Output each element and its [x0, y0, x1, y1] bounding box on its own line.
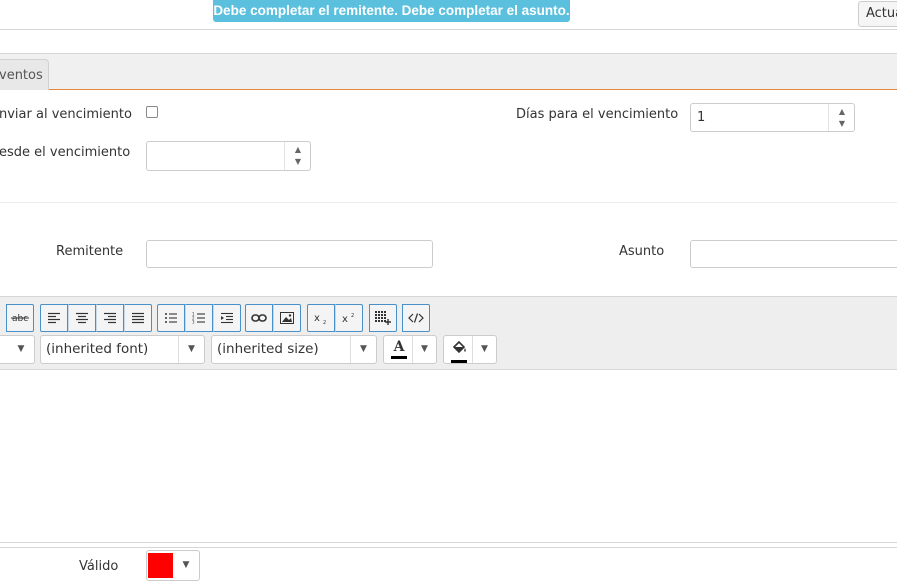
font-color-letter: A [393, 339, 405, 355]
refresh-button[interactable]: Actua [858, 1, 897, 27]
stepper-down-icon[interactable]: ▼ [285, 156, 311, 170]
tab-strip [0, 53, 897, 90]
subject-label: Asunto [619, 244, 665, 259]
font-size-value: (inherited size) [217, 341, 319, 357]
image-icon[interactable] [273, 304, 301, 332]
font-color-swatch [391, 356, 407, 359]
chevron-down-icon: ▼ [472, 336, 496, 363]
stepper-up-icon[interactable]: ▲ [285, 142, 311, 156]
sender-input[interactable] [146, 240, 433, 268]
svg-text:x: x [342, 314, 348, 324]
days-to-expiry-stepper[interactable]: 1 ▲ ▼ [690, 103, 855, 132]
font-color-icon: A [388, 340, 410, 360]
font-size-select[interactable]: (inherited size) ▼ [211, 335, 377, 364]
svg-text:x: x [314, 313, 320, 324]
link-icon[interactable] [245, 304, 273, 332]
validation-error-banner: Debe completar el remitente. Debe comple… [213, 0, 570, 22]
editor-body[interactable] [0, 371, 897, 542]
valid-color-picker[interactable]: ▼ [146, 550, 200, 581]
format-select[interactable]: ▼ [0, 335, 35, 364]
stepper-up-icon[interactable]: ▲ [829, 104, 855, 118]
subscript-icon[interactable]: x2 [307, 304, 335, 332]
chevron-down-icon: ▼ [350, 336, 376, 363]
valid-label: Válido [79, 559, 119, 574]
send-on-expiry-checkbox[interactable] [146, 106, 158, 118]
subject-input[interactable] [690, 240, 897, 268]
svg-text:2: 2 [351, 313, 354, 319]
background-color-picker[interactable]: ▼ [443, 335, 497, 364]
sender-label: Remitente [56, 244, 124, 259]
view-html-icon[interactable] [402, 304, 430, 332]
insert-group [245, 304, 301, 332]
chevron-down-icon: ▼ [182, 560, 190, 570]
header-divider [0, 29, 897, 30]
days-to-expiry-value: 1 [697, 110, 706, 125]
stepper-arrows: ▲ ▼ [284, 142, 310, 170]
valid-color-swatch [148, 553, 173, 578]
align-center-icon[interactable] [68, 304, 96, 332]
list-group: 123 [157, 304, 241, 332]
numbered-list-icon[interactable]: 123 [185, 304, 213, 332]
section-divider [0, 202, 897, 203]
chevron-down-icon: ▼ [178, 336, 204, 363]
table-icon[interactable] [369, 304, 397, 332]
since-expiry-label: esde el vencimiento [0, 145, 131, 160]
send-on-expiry-label: nviar al vencimiento [0, 107, 132, 122]
svg-text:2: 2 [323, 320, 326, 324]
font-family-value: (inherited font) [46, 341, 149, 357]
table-group [369, 304, 397, 332]
svg-text:3: 3 [192, 320, 195, 325]
align-right-icon[interactable] [96, 304, 124, 332]
strikethrough-icon[interactable]: abc [6, 304, 34, 332]
indent-icon[interactable] [213, 304, 241, 332]
font-family-select[interactable]: (inherited font) ▼ [40, 335, 205, 364]
align-left-icon[interactable] [40, 304, 68, 332]
since-expiry-stepper[interactable]: ▲ ▼ [146, 141, 311, 171]
stepper-down-icon[interactable]: ▼ [829, 118, 855, 132]
days-to-expiry-label: Días para el vencimiento [516, 107, 679, 122]
font-color-picker[interactable]: A ▼ [383, 335, 437, 364]
align-group [40, 304, 152, 332]
bullet-list-icon[interactable] [157, 304, 185, 332]
footer-divider [0, 547, 897, 548]
html-group [402, 304, 430, 332]
chevron-down-icon: ▼ [412, 336, 436, 363]
tab-eventos[interactable]: ventos [0, 59, 49, 90]
align-justify-icon[interactable] [124, 304, 152, 332]
stepper-arrows: ▲ ▼ [828, 104, 854, 131]
background-color-icon [448, 340, 470, 363]
superscript-icon[interactable]: x2 [335, 304, 363, 332]
chevron-down-icon: ▼ [17, 344, 25, 354]
svg-text:abc: abc [12, 314, 28, 324]
script-group: x2 x2 [307, 304, 363, 332]
background-color-swatch [451, 360, 467, 363]
strike-group: abc [6, 304, 34, 332]
